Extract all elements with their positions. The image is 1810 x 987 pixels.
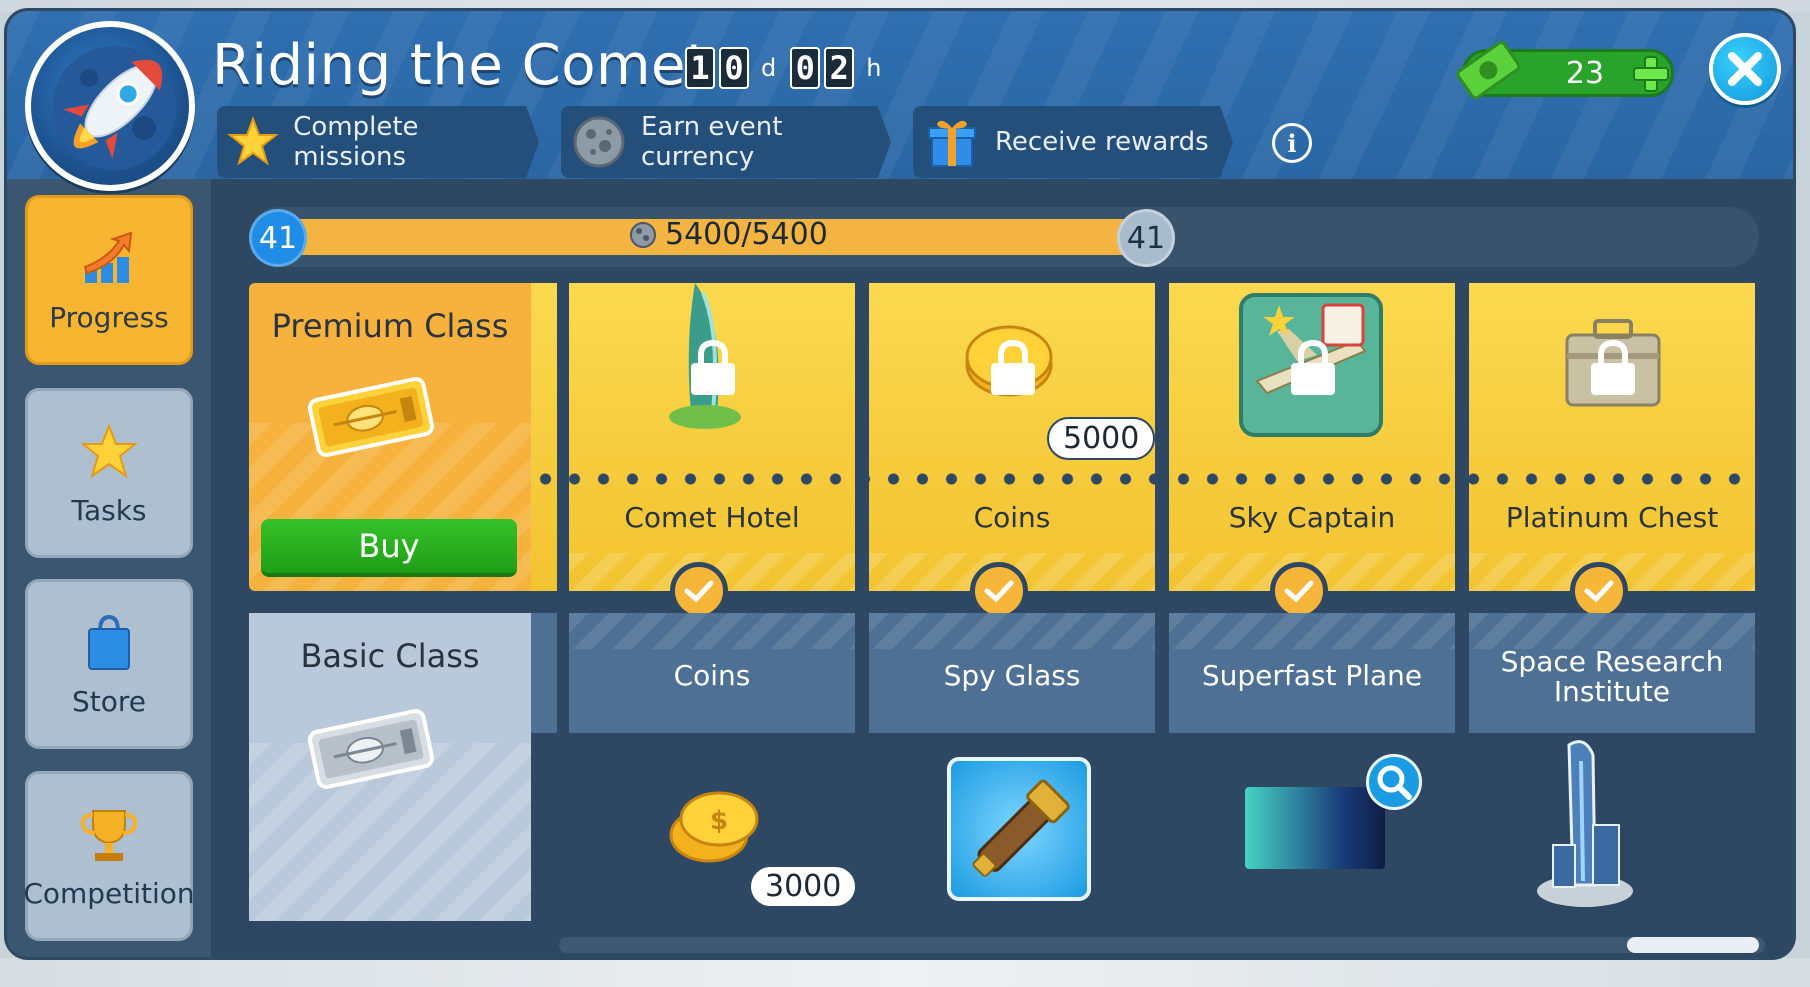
gift-icon — [923, 113, 981, 171]
star-icon — [79, 420, 139, 484]
close-button[interactable] — [1709, 33, 1781, 105]
superfast-plane-icon — [1245, 787, 1385, 869]
silver-ticket-icon — [307, 709, 435, 789]
premium-rewards-row: Comet Hotel 5000 Coins Sky Captain Plati… — [531, 283, 1759, 591]
trophy-icon — [79, 803, 139, 867]
lock-icon — [991, 339, 1035, 395]
progress-arrow-icon — [79, 227, 139, 291]
sidebar-item-label: Progress — [49, 300, 169, 334]
svg-text:$: $ — [710, 806, 728, 836]
sidebar-item-competition[interactable]: Competition — [23, 771, 195, 941]
preview-button[interactable] — [1366, 754, 1422, 810]
reward-label: Platinum Chest — [1505, 501, 1719, 534]
premium-reward-slot[interactable]: 5000 Coins — [869, 283, 1156, 591]
reward-amount: 5000 — [1047, 417, 1156, 460]
claimed-check-icon — [970, 562, 1028, 620]
premium-class-card: Premium Class Buy — [249, 283, 531, 591]
basic-reward-slot[interactable]: Superfast Plane — [1169, 613, 1455, 733]
reward-label: Coins — [673, 659, 751, 692]
track-dots — [531, 471, 1759, 487]
sidebar-item-tasks[interactable]: Tasks — [25, 388, 193, 558]
step-earn-currency: Earn event currency — [561, 106, 891, 178]
coins-icon: $ — [669, 791, 759, 863]
star-icon — [227, 113, 280, 171]
premium-reward-slot[interactable]: Platinum Chest — [1469, 283, 1755, 591]
info-icon[interactable]: i — [1272, 123, 1312, 163]
timer-days-unit: d — [761, 54, 777, 82]
basic-class-title: Basic Class — [300, 637, 480, 675]
reward-label: Spy Glass — [943, 659, 1081, 692]
scrollbar-thumb[interactable] — [1627, 937, 1759, 953]
timer-digit: 0 — [719, 47, 749, 89]
step-label: Receive rewards — [995, 127, 1209, 157]
reward-label: Coins — [973, 501, 1051, 534]
reward-label: Space Research Institute — [1500, 645, 1724, 708]
sidebar-item-label: Competition — [23, 876, 195, 910]
meteor-rock-icon — [630, 221, 656, 248]
event-panel: Riding the Comet 1 0 d 0 2 h Complete mi… — [4, 8, 1796, 960]
event-header: Riding the Comet 1 0 d 0 2 h Complete mi… — [7, 11, 1793, 191]
next-level: 41 — [1117, 209, 1175, 267]
spy-glass-icon — [947, 757, 1091, 901]
step-complete-missions: Complete missions — [217, 106, 539, 178]
sidebar-item-store[interactable]: Store — [25, 579, 193, 749]
shopping-bag-icon — [84, 611, 134, 675]
magnifier-icon — [1377, 765, 1412, 800]
claimed-check-icon — [1570, 562, 1628, 620]
reward-label: Superfast Plane — [1201, 659, 1423, 692]
timer-digit: 1 — [685, 47, 715, 89]
current-level: 41 — [249, 209, 307, 267]
premium-class-title: Premium Class — [271, 307, 509, 345]
gold-ticket-icon — [307, 377, 435, 457]
event-title: Riding the Comet — [212, 33, 709, 98]
progress-points-text: 5400/5400 — [665, 217, 828, 252]
basic-class-card: Basic Class — [249, 613, 531, 921]
step-label: Complete missions — [293, 112, 419, 172]
premium-reward-slot[interactable]: Comet Hotel — [569, 283, 855, 591]
horizontal-scrollbar[interactable] — [559, 937, 1765, 953]
step-receive-rewards: Receive rewards — [913, 106, 1233, 178]
space-research-institute-icon — [1537, 740, 1633, 907]
background-city-bottom — [0, 958, 1810, 987]
event-timer: 1 0 d 0 2 h — [685, 47, 891, 89]
sidebar-item-label: Tasks — [71, 493, 147, 527]
sidebar-item-progress[interactable]: Progress — [25, 195, 193, 365]
lock-icon — [1591, 339, 1635, 395]
step-label: Earn event currency — [641, 112, 783, 172]
basic-reward-slot[interactable]: Space Research Institute — [1469, 613, 1755, 733]
progress-points: 5400/5400 — [629, 217, 828, 252]
progress-content: 41 41 5400/5400 Premium Class Buy Basic … — [211, 179, 1793, 957]
event-steps: Complete missions Earn event currency Re… — [217, 106, 1233, 178]
meteor-rock-icon — [571, 113, 627, 171]
basic-reward-slot[interactable]: Coins — [569, 613, 855, 733]
reward-label: Sky Captain — [1228, 501, 1396, 534]
add-currency-button[interactable] — [1631, 54, 1671, 94]
lock-icon — [1291, 339, 1335, 395]
cash-icon — [1452, 35, 1522, 109]
timer-digit: 2 — [824, 47, 855, 89]
rocket-badge-icon — [25, 21, 195, 191]
timer-digit: 0 — [790, 47, 821, 89]
reward-label: Comet Hotel — [624, 501, 800, 534]
currency-value: 23 — [1565, 56, 1605, 91]
basic-rewards-row: Coins Spy Glass Superfast Plane Space Re… — [531, 613, 1759, 733]
lock-icon — [691, 339, 735, 395]
buy-premium-button[interactable]: Buy — [261, 519, 517, 577]
close-icon — [1728, 52, 1762, 86]
sidebar-item-label: Store — [71, 684, 146, 718]
claimed-check-icon — [670, 562, 728, 620]
reward-amount: 3000 — [749, 865, 858, 908]
timer-hours-unit: h — [866, 54, 882, 82]
basic-reward-slot[interactable]: Spy Glass — [869, 613, 1155, 733]
premium-reward-slot[interactable]: Sky Captain — [1169, 283, 1455, 591]
claimed-check-icon — [1270, 562, 1328, 620]
progress-track: 41 41 5400/5400 — [249, 207, 1759, 267]
